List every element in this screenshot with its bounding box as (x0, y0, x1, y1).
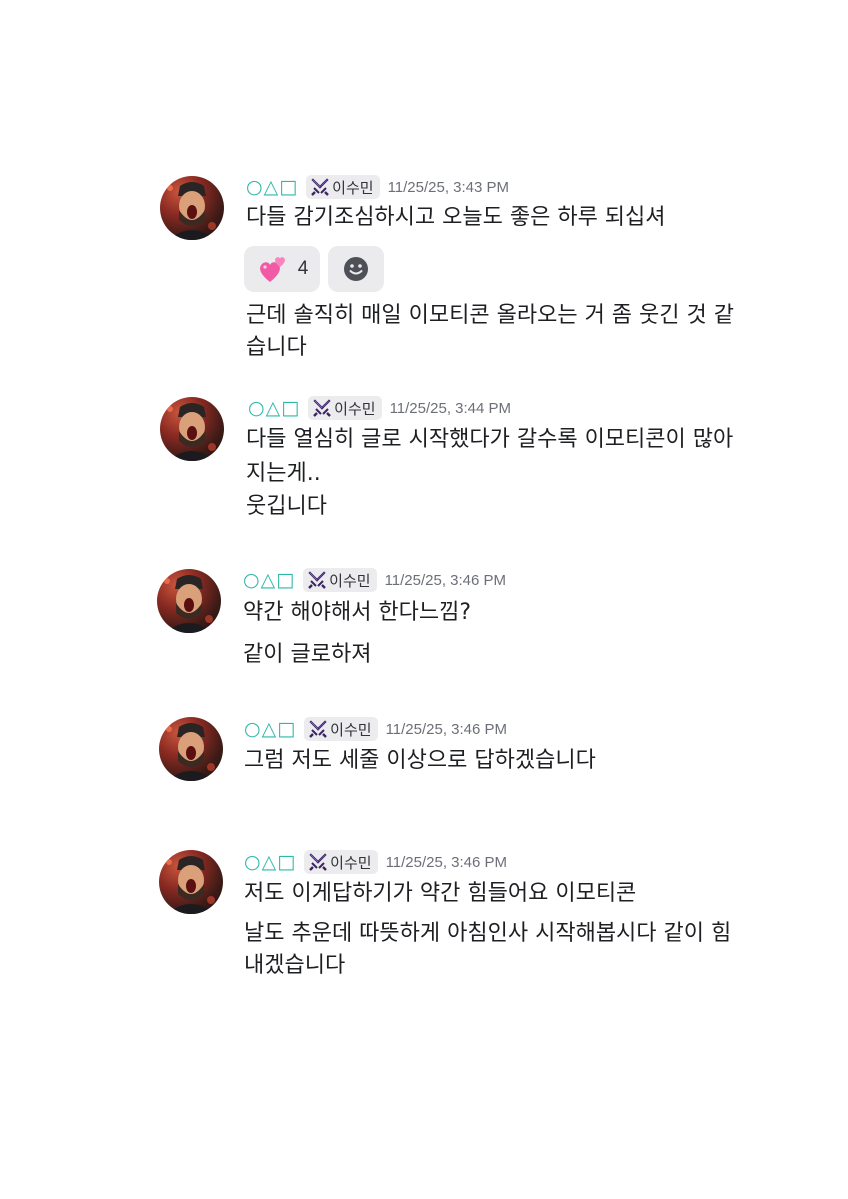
message-text: 저도 이게답하기가 약간 힘들어요 이모티콘 (244, 881, 637, 906)
username[interactable]: ○△□ (243, 569, 295, 591)
role-tag[interactable]: 이수민 (306, 175, 380, 199)
smiley-icon (344, 257, 368, 281)
message-text: 지는게.. (246, 461, 321, 486)
role-tag[interactable]: 이수민 (304, 717, 378, 741)
timestamp: 11/25/25, 3:46 PM (385, 853, 508, 871)
message-text: 근데 솔직히 매일 이모티콘 올라오는 거 좀 웃긴 것 같 (246, 303, 734, 328)
username[interactable]: ○△□ (244, 718, 296, 740)
tag-label: 이수민 (332, 178, 374, 197)
tag-label: 이수민 (330, 853, 372, 872)
add-reaction-button[interactable] (328, 246, 384, 292)
timestamp: 11/25/25, 3:46 PM (384, 571, 507, 589)
message-text: 다들 감기조심하시고 오늘도 좋은 하루 되십셔 (246, 205, 666, 230)
message-header: ○△□ 이수민 11/25/25, 3:46 PM (244, 714, 507, 744)
avatar[interactable] (160, 397, 224, 461)
message-text: 다들 열심히 글로 시작했다가 갈수록 이모티콘이 많아 (246, 427, 734, 452)
role-tag[interactable]: 이수민 (304, 850, 378, 874)
role-tag[interactable]: 이수민 (303, 568, 377, 592)
timestamp: 11/25/25, 3:43 PM (387, 178, 510, 196)
avatar[interactable] (159, 717, 223, 781)
message-text: 내겠습니다 (244, 953, 346, 978)
purple-sword-icon (308, 571, 327, 589)
avatar-photo-icon (166, 856, 215, 914)
username[interactable]: ○△□ (244, 851, 296, 873)
message-header: ○△□ 이수민 11/25/25, 3:44 PM (248, 393, 511, 423)
purple-sword-icon (311, 178, 330, 196)
avatar-photo-icon (167, 182, 216, 240)
tag-label: 이수민 (334, 399, 376, 418)
message-text: 습니다 (246, 335, 307, 360)
message-header: ○△□ 이수민 11/25/25, 3:43 PM (246, 172, 509, 202)
username[interactable]: ○△□ (248, 397, 300, 419)
message-text: 그럼 저도 세줄 이상으로 답하겠습니다 (244, 748, 596, 773)
reaction-count: 4 (297, 258, 309, 279)
avatar-photo-icon (164, 575, 213, 633)
avatar[interactable] (159, 850, 223, 914)
role-tag[interactable]: 이수민 (308, 396, 382, 420)
message-header: ○△□ 이수민 11/25/25, 3:46 PM (243, 565, 506, 595)
username[interactable]: ○△□ (246, 176, 298, 198)
message-header: ○△□ 이수민 11/25/25, 3:46 PM (244, 847, 507, 877)
avatar-photo-icon (166, 723, 215, 781)
message-text: 웃깁니다 (246, 494, 327, 519)
reaction-two-hearts[interactable]: 4 (244, 246, 320, 292)
message-text: 날도 추운데 따뜻하게 아침인사 시작해봅시다 같이 힘 (244, 921, 732, 946)
purple-sword-icon (309, 853, 328, 871)
timestamp: 11/25/25, 3:44 PM (389, 399, 512, 417)
avatar-photo-icon (167, 403, 216, 461)
purple-sword-icon (309, 720, 328, 738)
reactions-bar: 4 (244, 246, 392, 292)
avatar[interactable] (157, 569, 221, 633)
tag-label: 이수민 (329, 571, 371, 590)
message-text: 같이 글로하져 (243, 642, 372, 667)
avatar[interactable] (160, 176, 224, 240)
tag-label: 이수민 (330, 720, 372, 739)
two-hearts-icon (259, 257, 285, 282)
message-text: 약간 해야해서 한다느낌? (243, 600, 472, 625)
timestamp: 11/25/25, 3:46 PM (385, 720, 508, 738)
purple-sword-icon (313, 399, 332, 417)
